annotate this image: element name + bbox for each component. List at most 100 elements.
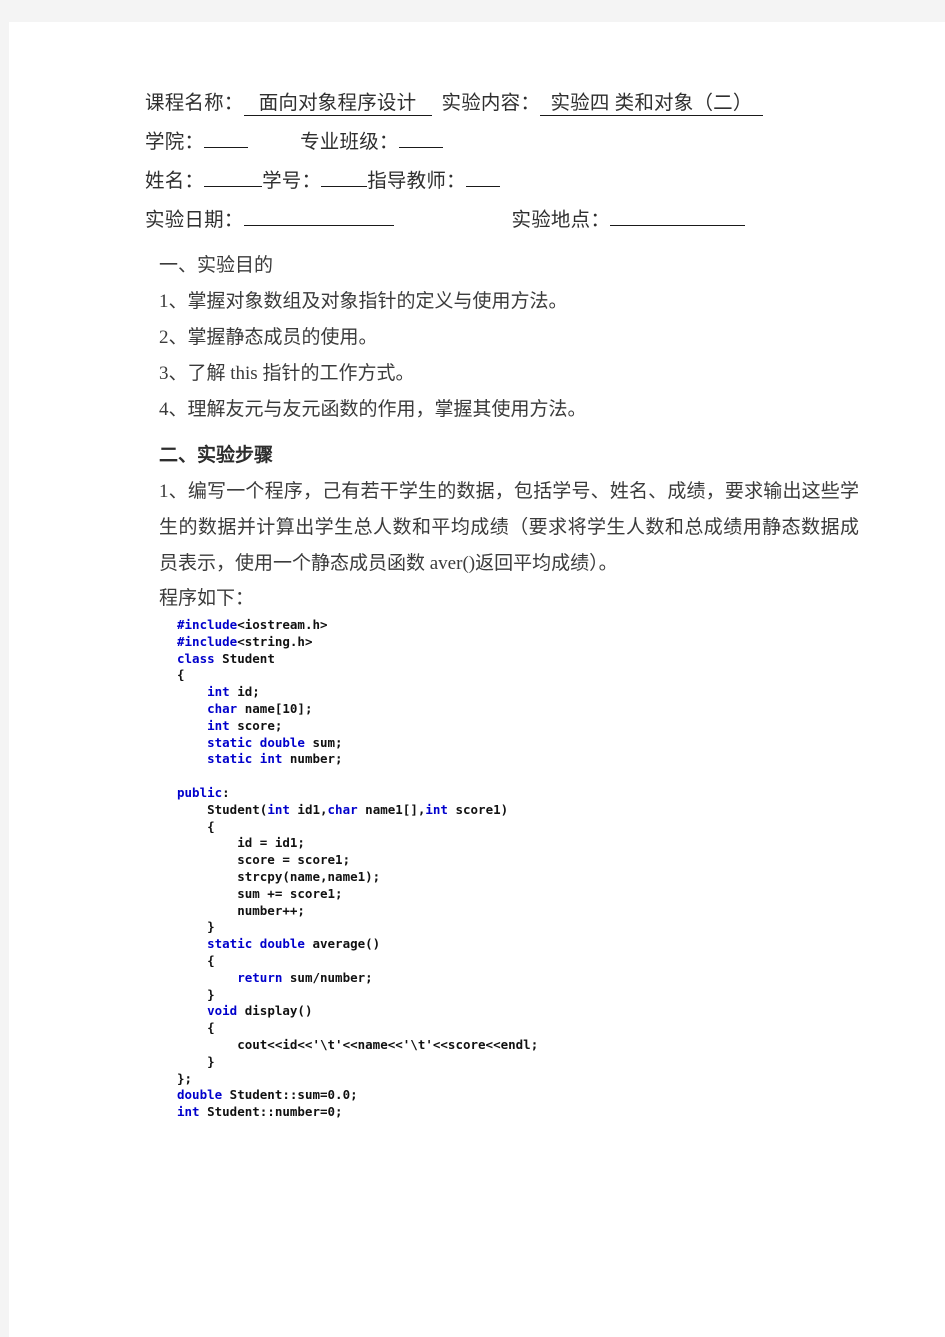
code-text: score1) [447,801,509,817]
objective-item-1: 1、掌握对象数组及对象指针的定义与使用方法。 [159,291,568,312]
code-line: static double sum; [177,735,885,752]
code-text: cout<<id<<'\t'<<name<<'\t'<<score<<endl; [177,1036,539,1052]
code-text: average() [304,936,381,952]
label-course-name: 课程名称： [145,93,244,114]
code-text: }; [177,1070,193,1086]
code-text: } [177,1053,215,1069]
code-keyword: int [177,1104,200,1120]
code-text: { [177,818,215,834]
code-keyword: static double [207,936,305,952]
code-text: <iostream.h> [237,617,328,632]
steps-paragraph: 1、编写一个程序，己有若干学生的数据，包括学号、姓名、成绩，要求输出这些学生的数… [159,481,859,574]
code-line: class Student [177,651,885,668]
code-text: Student [214,650,275,666]
code-line: #include<iostream.h> [177,617,885,634]
header-line-name: 姓名： 学号： 指导教师： [145,160,885,199]
value-student-name[interactable] [204,160,263,187]
code-line: { [177,819,885,836]
code-line: { [177,667,885,684]
code-text: id = id1; [177,835,305,851]
value-experiment-place[interactable] [610,199,746,226]
code-text: { [177,952,215,968]
code-line: cout<<id<<'\t'<<name<<'\t'<<score<<endl; [177,1037,885,1054]
section-title-objectives: 一、实验目的 [159,255,274,276]
code-keyword: int [207,684,230,700]
code-line: return sum/number; [177,970,885,987]
label-college: 学院： [145,132,205,153]
label-class: 专业班级： [300,132,399,153]
code-line: strcpy(name,name1); [177,869,885,886]
code-text: sum += score1; [177,885,343,901]
code-text: <string.h> [237,633,313,649]
label-student-name: 姓名： [145,171,205,192]
code-text: } [177,919,215,935]
value-student-id[interactable] [321,160,368,187]
label-experiment-content: 实验内容： [441,93,541,114]
label-student-id: 学号： [262,171,322,192]
header-line-college: 学院： 专业班级： [145,121,885,160]
value-experiment-content[interactable]: 实验四 类和对象（二） [540,89,764,116]
objective-item-3: 3、了解 this 指针的工作方式。 [159,363,415,384]
value-class[interactable] [398,121,443,148]
code-keyword: static double [207,734,305,750]
source-code-block: #include<iostream.h> #include<string.h> cl… [145,617,885,1121]
code-text: display() [237,1003,313,1019]
code-line: id = id1; [177,835,885,852]
label-experiment-date: 实验日期： [145,210,244,231]
code-line: #include<string.h> [177,634,885,651]
document-page: 课程名称： 面向对象程序设计 实验内容： 实验四 类和对象（二） 学院： 专业班级： 姓… [9,22,945,1337]
code-keyword: char [207,700,238,716]
code-text: Student::sum=0.0; [222,1087,358,1103]
code-text: strcpy(name,name1); [177,868,381,884]
value-experiment-date[interactable] [243,199,394,226]
code-line: sum += score1; [177,886,885,903]
value-course-name[interactable]: 面向对象程序设计 [243,89,432,116]
program-label: 程序如下： [159,588,255,609]
code-keyword: public [177,784,223,800]
code-keyword: #include [177,633,238,649]
label-teacher: 指导教师： [367,171,466,192]
code-line: } [177,987,885,1004]
code-line: static int number; [177,751,885,768]
objective-item-2: 2、掌握静态成员的使用。 [159,327,378,348]
value-teacher[interactable] [465,160,500,187]
code-text: number; [282,751,343,767]
code-text: Student( [177,801,268,817]
code-keyword: char [327,801,358,817]
code-keyword: class [177,650,215,666]
code-text: { [177,667,185,683]
code-text: : [222,784,230,800]
section-title-steps: 二、实验步骤 [159,445,274,466]
code-line: int score; [177,718,885,735]
code-line: score = score1; [177,852,885,869]
header-line-date: 实验日期： 实验地点： [145,199,885,238]
code-keyword: return [237,969,283,985]
value-college[interactable] [204,121,249,148]
code-line: { [177,953,885,970]
code-line: void display() [177,1003,885,1020]
header-line-course: 课程名称： 面向对象程序设计 实验内容： 实验四 类和对象（二） [145,86,885,121]
code-line: Student(int id1,char name1[],int score1) [177,802,885,819]
code-keyword: int [425,801,448,817]
code-line: int id; [177,684,885,701]
code-text: sum/number; [282,969,373,985]
code-text: score = score1; [177,852,351,868]
code-line: { [177,1020,885,1037]
code-keyword: void [207,1003,238,1019]
code-line: } [177,1054,885,1071]
code-text: sum; [304,734,343,750]
code-line: int Student::number=0; [177,1104,885,1121]
code-keyword: int [207,717,230,733]
code-keyword: #include [177,617,238,632]
code-line: }; [177,1071,885,1088]
code-text: name[10]; [237,700,313,716]
code-text: name1[], [357,801,426,817]
code-line: public: [177,785,885,802]
code-text: number++; [177,902,305,918]
code-text: id; [229,684,260,700]
